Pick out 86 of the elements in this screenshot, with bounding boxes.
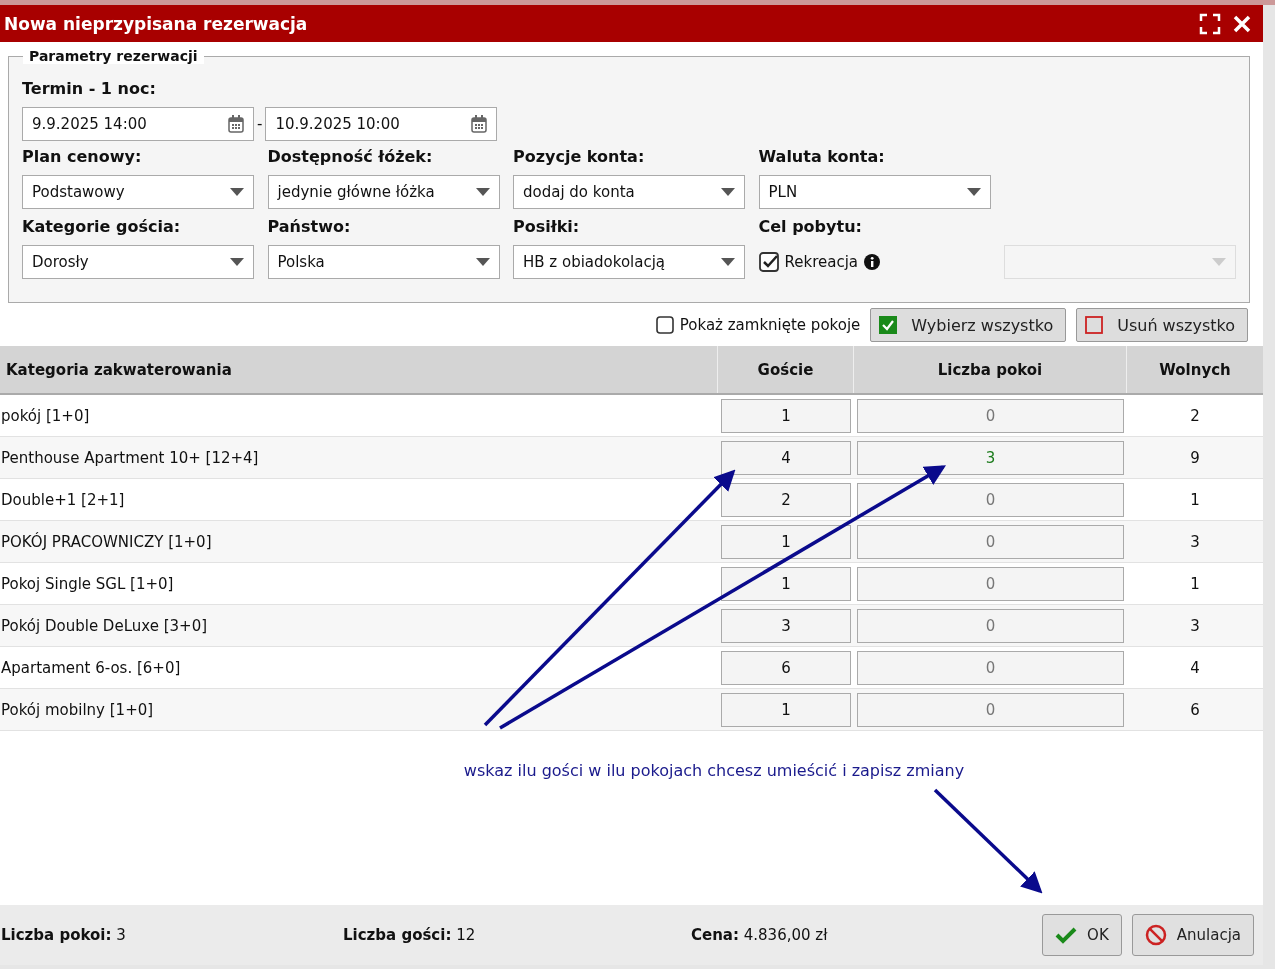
table-cell-text: pokój [1+0] — [0, 406, 91, 425]
column-header: Liczba pokoi — [853, 346, 1126, 393]
table-cell-text: 6 — [1189, 700, 1201, 719]
prohibited-icon — [1144, 924, 1167, 946]
caret-icon — [475, 188, 490, 196]
window-title: Nowa nieprzypisana rezerwacja — [4, 13, 309, 34]
dropdown-field[interactable]: Polska — [267, 245, 500, 279]
summary-text: Liczba gości: 12 — [343, 926, 477, 944]
info-icon — [864, 254, 881, 270]
number-field[interactable]: 3 — [721, 608, 851, 643]
caret-icon — [721, 188, 735, 196]
table-cell-text: 1 — [1189, 574, 1201, 593]
table-cell-text: 2 — [1189, 406, 1201, 425]
number-field[interactable]: 0 — [857, 398, 1124, 433]
table-cell-text: Pokoj Single SGL [1+0] — [0, 574, 175, 593]
table-cell-text: 1 — [1189, 490, 1201, 509]
table-cell-text: Pokój Double DeLuxe [3+0] — [0, 616, 209, 635]
table-cell-text: Pokój mobilny [1+0] — [0, 700, 155, 719]
number-field[interactable]: 6 — [721, 650, 851, 685]
number-field[interactable]: 1 — [721, 566, 851, 601]
field-label: Termin - 1 noc: — [22, 79, 157, 99]
caret-icon — [966, 188, 981, 196]
field-label: Państwo: — [267, 217, 352, 237]
field-label: Posiłki: — [513, 217, 581, 237]
table-cell-text: Penthouse Apartment 10+ [12+4] — [0, 448, 260, 467]
column-header: Goście — [717, 346, 853, 393]
dropdown-field[interactable] — [1004, 245, 1236, 279]
select-all-button[interactable]: Wybierz wszystko — [870, 308, 1067, 342]
date-separator: - — [257, 115, 263, 133]
cancel-button[interactable]: Anulacja — [1131, 914, 1254, 956]
number-field[interactable]: 1 — [721, 524, 851, 559]
dropdown-field[interactable]: Podstawowy — [22, 175, 254, 209]
checked-box-icon — [879, 316, 898, 334]
number-field[interactable]: 0 — [857, 482, 1124, 517]
field-label: Pozycje konta: — [513, 147, 646, 167]
number-field[interactable]: 2 — [721, 482, 851, 517]
remove-all-button[interactable]: Usuń wszystko — [1076, 308, 1248, 342]
number-field[interactable]: 1 — [721, 398, 851, 433]
number-field[interactable]: 4 — [721, 440, 851, 475]
checkbox[interactable] — [655, 316, 674, 334]
caret-icon — [721, 258, 735, 266]
table-cell-text: 3 — [1189, 616, 1201, 635]
calendar-icon — [228, 115, 244, 133]
field-label: Cel pobytu: — [758, 217, 863, 237]
caret-icon — [1212, 258, 1226, 266]
number-field[interactable]: 0 — [857, 608, 1124, 643]
table-cell-text: 3 — [1189, 532, 1201, 551]
number-field[interactable]: 0 — [857, 650, 1124, 685]
summary-text: Cena: 4.836,00 zł — [691, 926, 828, 944]
table-cell-text: 4 — [1189, 658, 1201, 677]
number-field[interactable]: 1 — [721, 692, 851, 727]
caret-icon — [475, 258, 490, 266]
column-header: Kategoria zakwaterowania — [5, 359, 233, 381]
table-cell-text: Double+1 [2+1] — [0, 490, 126, 509]
number-field[interactable]: 0 — [857, 524, 1124, 559]
caret-icon — [230, 258, 244, 266]
dropdown-field[interactable]: HB z obiadokolacją — [513, 245, 745, 279]
annotation-text: wskaz ilu gości w ilu pokojach chcesz umieścić i zapisz zmiany — [462, 761, 966, 780]
checkmark-icon — [1055, 926, 1078, 944]
field-label: Kategorie gościa: — [22, 217, 182, 237]
dropdown-field[interactable]: dodaj do konta — [513, 175, 745, 209]
maximize-icon[interactable] — [1199, 12, 1221, 35]
date-field[interactable]: 10.9.2025 10:00 — [265, 107, 498, 141]
field-label: Dostępność łóżek: — [267, 147, 434, 167]
calendar-icon — [471, 115, 488, 133]
date-field[interactable]: 9.9.2025 14:00 — [22, 107, 254, 141]
ok-button[interactable]: OK — [1042, 914, 1122, 956]
summary-text: Liczba pokoi: 3 — [1, 926, 127, 944]
panel-legend: Parametry rezerwacji — [23, 48, 204, 64]
number-field[interactable]: 0 — [857, 692, 1124, 727]
number-field[interactable]: 3 — [857, 440, 1124, 475]
dropdown-field[interactable]: jedynie główne łóżka — [267, 175, 500, 209]
dropdown-field[interactable]: Dorosły — [22, 245, 254, 279]
field-label: Plan cenowy: — [22, 147, 143, 167]
table-cell-text: Apartament 6-os. [6+0] — [0, 658, 182, 677]
empty-box-icon — [1085, 316, 1104, 334]
caret-icon — [230, 188, 244, 196]
checkbox-label: Pokaż zamknięte pokoje — [679, 316, 861, 334]
checkbox-label: Rekreacja — [784, 253, 859, 271]
field-label: Waluta konta: — [758, 147, 886, 167]
table-cell-text: 9 — [1189, 448, 1201, 467]
checkbox[interactable] — [758, 252, 779, 272]
table-cell-text: POKÓJ PRACOWNICZY [1+0] — [0, 532, 213, 551]
number-field[interactable]: 0 — [857, 566, 1124, 601]
dropdown-field[interactable]: PLN — [758, 175, 991, 209]
column-header: Wolnych — [1126, 346, 1263, 393]
